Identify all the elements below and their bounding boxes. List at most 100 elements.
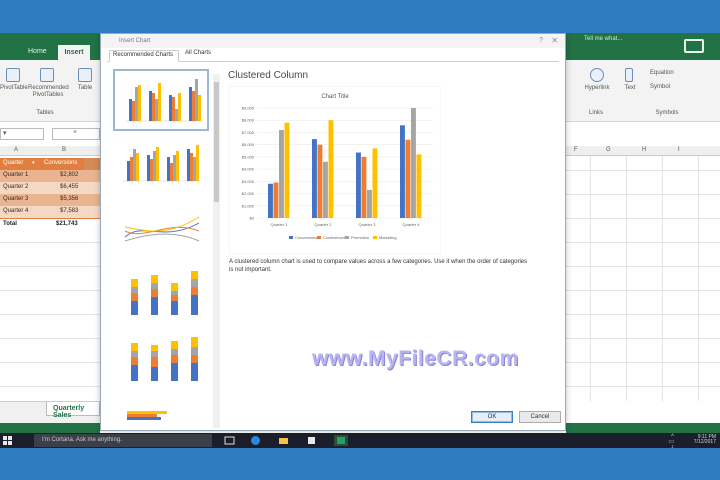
preview-chart-type-title: Clustered Column <box>228 70 309 81</box>
text-label: Text <box>624 85 636 91</box>
thumb-line-chart[interactable] <box>113 201 209 263</box>
tab-home[interactable]: Home <box>28 48 47 55</box>
y-tick-label: $9,000 <box>242 106 255 111</box>
gridline <box>566 242 720 243</box>
tell-me-box[interactable]: Tell me what... <box>584 36 622 42</box>
x-tick-label: Quarter 4 <box>403 222 421 227</box>
pivottable-label: PivotTable <box>0 85 28 91</box>
row-label: Quarter 4 <box>3 208 29 214</box>
ribbon-tabs: Home Insert <box>0 33 100 60</box>
watermark-text: www.MyFileCR.com <box>312 347 519 370</box>
row-label: Quarter 3 <box>3 196 29 202</box>
legend-label: Conferences <box>323 235 346 240</box>
excel-taskbar-icon[interactable] <box>334 435 348 446</box>
col-letter-b: B <box>62 147 67 153</box>
bar-promotion-3 <box>367 189 372 218</box>
dialog-title: Insert Chart <box>101 34 565 48</box>
scrollbar-thumb[interactable] <box>214 82 219 202</box>
excel-window-right: Tell me what... Hyperlink Links Text Equ… <box>566 33 720 448</box>
gridline <box>566 290 720 291</box>
thumb-clustered-column-alt[interactable] <box>113 135 209 197</box>
hyperlink-icon[interactable] <box>590 68 604 82</box>
table-row[interactable]: Quarter 3 $5,356 <box>0 194 100 206</box>
tab-insert[interactable]: Insert <box>58 45 90 60</box>
y-tick-label: $5,000 <box>242 154 255 159</box>
insert-chart-dialog: Insert Chart ? ✕ Recommended Charts All … <box>100 33 566 431</box>
gridline <box>566 218 720 219</box>
gridline <box>0 242 100 243</box>
table-icon[interactable] <box>78 68 92 82</box>
equation-label[interactable]: Equation <box>650 70 690 77</box>
table-row[interactable]: Quarter 4 $7,583 <box>0 206 100 218</box>
text-icon[interactable] <box>625 68 633 82</box>
gridline <box>698 156 699 401</box>
cortana-search-box[interactable]: I'm Cortana. Ask me anything. <box>34 434 212 447</box>
x-tick-label: Quarter 2 <box>315 222 333 227</box>
thumb-bar-chart[interactable] <box>113 399 209 430</box>
ok-button[interactable]: OK <box>471 411 513 423</box>
gridline <box>662 156 663 401</box>
excel-window-left: Home Insert PivotTable Recommended Pivot… <box>0 33 100 448</box>
row-label: Quarter 2 <box>3 184 29 190</box>
symbols-group-label: Symbols <box>655 110 679 116</box>
system-tray[interactable]: ^ ▭ ♪ 9:11 PM 7/12/2017 <box>668 434 716 450</box>
sheet-tab-quarterly-sales[interactable]: Quarterly Sales <box>46 402 100 419</box>
tab-recommended-charts[interactable]: Recommended Charts <box>109 50 179 62</box>
column-headers-right: F G H I <box>566 146 720 156</box>
thumb-stacked-column-icon <box>131 271 198 315</box>
chart-description: A clustered column chart is used to comp… <box>229 259 528 273</box>
hyperlink-label: Hyperlink <box>584 85 610 91</box>
table-header-row: Quarter ▾ Conversions <box>0 158 100 170</box>
total-value: $21,743 <box>56 221 78 227</box>
thumb-clustered-column[interactable] <box>113 69 209 131</box>
cancel-button[interactable]: Cancel <box>519 411 561 423</box>
bar-marketing-1 <box>284 122 290 218</box>
recommended-pivottables-label: Recommended PivotTables <box>28 85 69 98</box>
links-group-label: Links <box>588 110 603 116</box>
bar-marketing-2 <box>328 120 334 218</box>
formula-bar[interactable]: × <box>52 128 100 140</box>
thumb-stacked-column-alt-icon <box>131 337 198 381</box>
bar-conversions-4 <box>400 125 405 218</box>
thumb-stacked-column[interactable] <box>113 267 209 329</box>
close-icon[interactable]: ✕ <box>551 36 558 45</box>
legend-label: Promotion <box>351 235 369 240</box>
table-row[interactable]: Quarter 2 $6,455 <box>0 182 100 194</box>
y-tick-label: $4,000 <box>242 167 255 172</box>
tray-icons[interactable]: ^ ▭ ♪ <box>668 434 674 450</box>
store-icon[interactable] <box>306 435 317 446</box>
windows-start-icon[interactable] <box>3 436 12 445</box>
col-letter-a: A <box>14 147 19 153</box>
x-tick-label: Quarter 1 <box>271 222 289 227</box>
thumb-bar-chart-icon <box>127 411 167 420</box>
tables-group-label: Tables <box>36 110 54 116</box>
gridline <box>566 266 720 267</box>
task-view-icon[interactable] <box>224 435 235 446</box>
bar-conferences-3 <box>361 156 367 218</box>
share-icon[interactable] <box>684 39 704 53</box>
filter-icon[interactable]: ▾ <box>32 160 35 166</box>
gridline <box>0 290 100 291</box>
y-tick-label: $0 <box>250 216 255 221</box>
help-icon[interactable]: ? <box>539 37 543 44</box>
thumb-list-scrollbar[interactable] <box>213 74 220 428</box>
table-total-row[interactable]: Total $21,743 <box>0 218 100 230</box>
chart-legend: Conversions Conferences Promotion Marketing <box>289 235 397 240</box>
edge-browser-icon[interactable] <box>250 435 261 446</box>
table-header-quarter[interactable]: Quarter <box>3 160 23 166</box>
table-row[interactable]: Quarter 1 $2,802 <box>0 170 100 182</box>
y-tick-label: $2,000 <box>242 191 255 196</box>
symbol-label[interactable]: Symbol <box>650 84 690 91</box>
bar-marketing-4 <box>416 154 422 218</box>
recommended-chart-list <box>110 66 222 430</box>
bar-promotion-4 <box>411 108 416 218</box>
recommended-pivottables-icon[interactable] <box>40 68 54 82</box>
name-box[interactable]: ▾ <box>0 128 44 140</box>
col-letter: G <box>606 147 611 153</box>
table-header-conversions[interactable]: Conversions <box>44 160 77 166</box>
pivottable-icon[interactable] <box>6 68 20 82</box>
thumb-stacked-column-alt[interactable] <box>113 333 209 395</box>
taskbar: I'm Cortana. Ask me anything. ^ ▭ ♪ 9:11… <box>0 433 720 450</box>
file-explorer-icon[interactable] <box>278 435 289 446</box>
tab-all-charts[interactable]: All Charts <box>185 50 211 56</box>
